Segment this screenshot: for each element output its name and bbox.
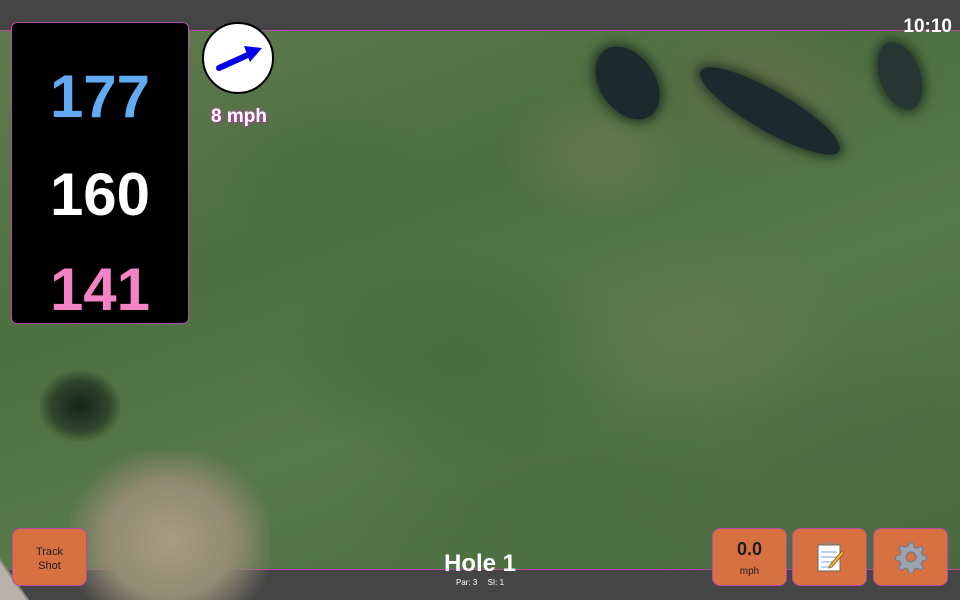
water-hazard bbox=[582, 34, 673, 132]
golf-gps-screen: 10:10 177 160 141 8 mph Track Shot Hole … bbox=[0, 0, 960, 600]
hole-par: Par: 3 bbox=[455, 578, 478, 587]
dirt-clearing bbox=[70, 451, 270, 600]
wind-speed: 8 mph bbox=[211, 106, 267, 127]
gear-icon bbox=[894, 542, 927, 573]
wind-arrow-icon bbox=[216, 46, 262, 71]
tree-shadow bbox=[40, 371, 120, 441]
speed-unit: mph bbox=[739, 566, 760, 577]
hole-title: Hole 1 bbox=[443, 550, 517, 577]
hole-info: Hole 1 Par: 3 SI: 1 bbox=[380, 550, 580, 588]
hole-details: Par: 3 SI: 1 bbox=[380, 578, 580, 588]
track-shot-button[interactable]: Track Shot bbox=[12, 528, 87, 586]
water-hazard bbox=[690, 53, 850, 169]
track-shot-label-line1: Track bbox=[35, 546, 64, 558]
notes-button[interactable] bbox=[792, 528, 867, 586]
middle-distance: 160 bbox=[49, 161, 151, 228]
clock: 10:10 bbox=[903, 16, 952, 37]
back-distance: 177 bbox=[49, 63, 151, 130]
speed-value: 0.0 bbox=[736, 539, 763, 559]
settings-button[interactable] bbox=[873, 528, 948, 586]
front-distance: 141 bbox=[49, 256, 151, 323]
water-hazard bbox=[869, 36, 931, 116]
wind-compass bbox=[202, 22, 274, 94]
speed-button[interactable]: 0.0 mph bbox=[712, 528, 787, 586]
track-shot-label-line2: Shot bbox=[38, 560, 61, 572]
notepad-icon bbox=[817, 542, 845, 572]
distance-panel[interactable]: 177 160 141 bbox=[11, 22, 189, 324]
hole-stroke-index: SI: 1 bbox=[487, 578, 505, 587]
